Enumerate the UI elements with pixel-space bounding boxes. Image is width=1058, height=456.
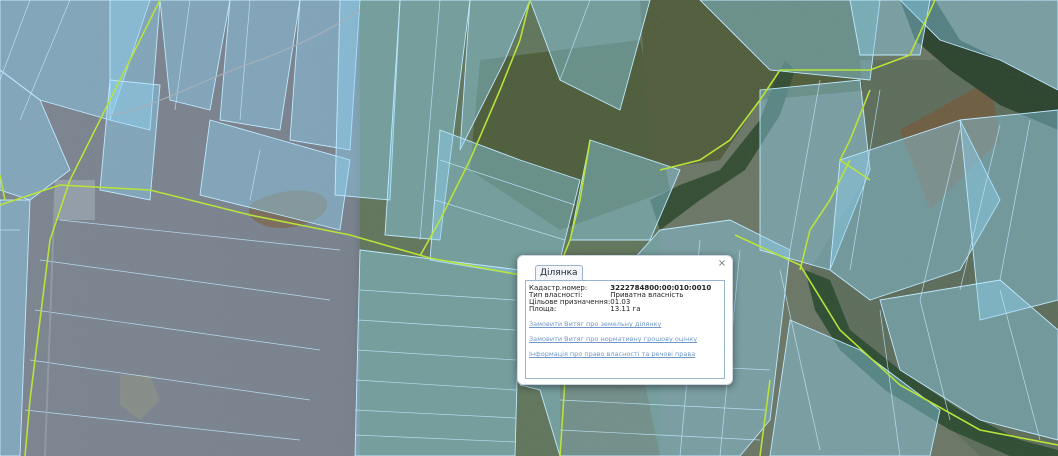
area-label: Площа: [529, 305, 557, 313]
parcel[interactable] [99, 79, 161, 201]
parcel-info-panel: Кадастр.номер: 3222784800:00:010:0010 Ти… [525, 280, 725, 379]
parcel[interactable] [849, 0, 931, 56]
tab-parcel[interactable]: Ділянка [535, 265, 583, 281]
order-parcel-extract-link[interactable]: Замовити Витяг про земельну ділянку [529, 320, 661, 328]
close-icon[interactable]: × [716, 258, 728, 270]
order-valuation-extract-link[interactable]: Замовити Витяг про нормативну грошову оц… [529, 335, 697, 343]
ownership-rights-info-link[interactable]: Інформація про право власності та речові… [529, 350, 695, 358]
parcel-info-popup: × Ділянка Кадастр.номер: 3222784800:00:0… [517, 255, 733, 385]
area-value: 13.11 га [610, 305, 641, 313]
map-canvas[interactable] [0, 0, 1058, 456]
satellite-map[interactable] [0, 0, 1058, 456]
attribute-row: Площа: 13.11 га [529, 306, 711, 313]
parcel-attributes: Кадастр.номер: 3222784800:00:010:0010 Ти… [529, 285, 711, 313]
parcel[interactable] [354, 249, 521, 456]
